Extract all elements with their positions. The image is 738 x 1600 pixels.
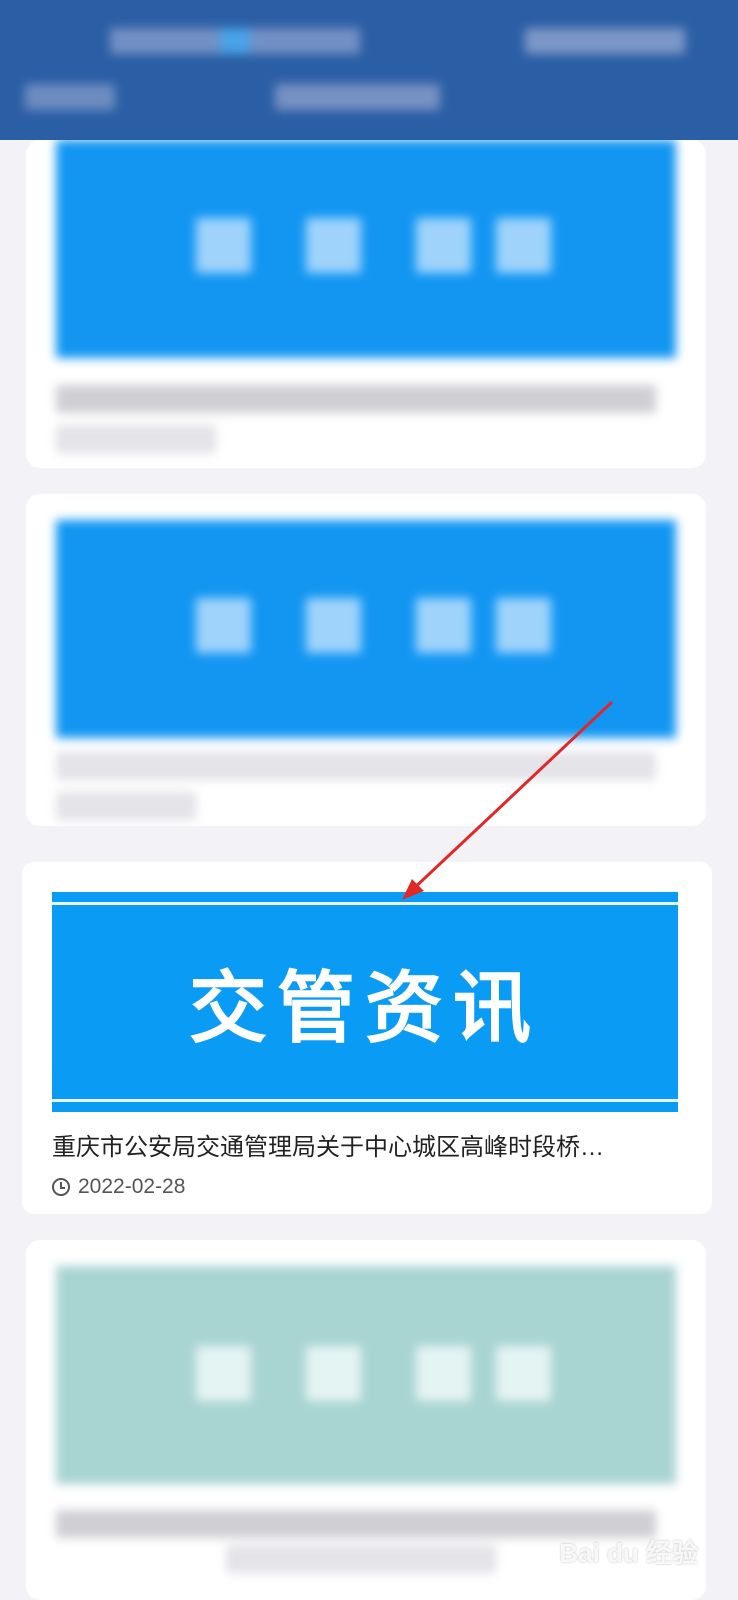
article-meta: 2022-02-28	[52, 1175, 185, 1199]
clock-icon	[52, 1178, 70, 1196]
news-card-1-banner	[56, 140, 676, 358]
news-card-traffic-info[interactable]: 交管资讯 重庆市公安局交通管理局关于中心城区高峰时段桥… 2022-02-28	[22, 862, 712, 1214]
article-title[interactable]: 重庆市公安局交通管理局关于中心城区高峰时段桥…	[52, 1127, 672, 1162]
article-date: 2022-02-28	[78, 1175, 186, 1198]
traffic-info-banner: 交管资讯	[52, 892, 678, 1112]
banner-title: 交管资讯	[188, 963, 541, 1054]
news-card-2[interactable]	[26, 494, 706, 826]
news-card-4-banner	[56, 1266, 676, 1484]
watermark: Bai du 经验	[559, 1538, 698, 1568]
news-card-1[interactable]	[26, 140, 706, 468]
news-card-2-banner	[56, 520, 676, 738]
header-pixelated-content	[0, 0, 738, 140]
app-header	[0, 0, 738, 140]
